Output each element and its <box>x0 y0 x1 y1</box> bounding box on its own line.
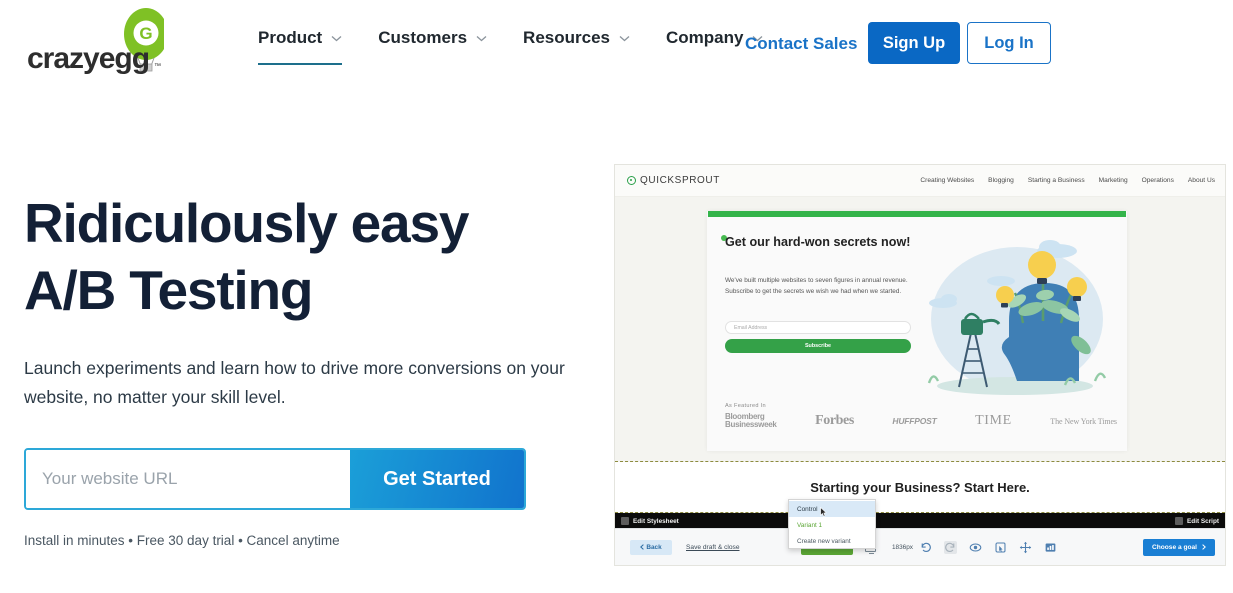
preview-site-nav: Creating Websites Blogging Starting a Bu… <box>920 177 1215 184</box>
preview-email-input[interactable]: Email Address <box>725 321 911 334</box>
quicksprout-logo-icon <box>627 176 636 185</box>
nav-item-resources[interactable]: Resources <box>523 28 654 48</box>
preview-nav-operations[interactable]: Operations <box>1142 177 1174 184</box>
hero-title-line-2: A/B Testing <box>24 259 313 322</box>
page-title: Ridiculously easy A/B Testing <box>24 190 604 324</box>
nav-item-company-label: Company <box>665 28 744 47</box>
choose-a-goal-button[interactable]: Choose a goal <box>1143 538 1215 556</box>
undo-icon[interactable] <box>919 541 932 554</box>
quicksprout-logo[interactable]: QUICKSPROUT <box>627 175 720 186</box>
logo-bloomberg-businessweek: Bloomberg Businessweek <box>725 412 777 430</box>
editor-tool-icons <box>919 540 1057 554</box>
svg-text:G: G <box>139 24 152 43</box>
preview-nav-creating-websites[interactable]: Creating Websites <box>920 177 974 184</box>
hero-title-line-1: Ridiculously easy <box>24 192 469 254</box>
eye-icon[interactable] <box>969 541 982 554</box>
chevron-down-icon <box>619 35 630 42</box>
click-target-icon[interactable] <box>994 541 1007 554</box>
preview-hero-paragraph: We've built multiple websites to seven f… <box>725 277 908 296</box>
quicksprout-logo-text: QUICKSPROUT <box>640 175 720 186</box>
move-icon[interactable] <box>1019 541 1032 554</box>
nav-item-product[interactable]: Product <box>258 28 366 65</box>
script-icon <box>1175 517 1184 525</box>
as-featured-in-label: As Featured In <box>725 403 766 409</box>
preview-nav-about-us[interactable]: About Us <box>1188 177 1215 184</box>
viewport-width-value: 1836px <box>892 543 913 551</box>
save-draft-and-close-link[interactable]: Save draft & close <box>686 544 740 551</box>
stylesheet-icon <box>621 517 629 525</box>
logo-huffpost: HUFFPOST <box>892 416 937 427</box>
contact-sales-link[interactable]: Contact Sales <box>745 34 857 54</box>
chart-icon[interactable] <box>1044 541 1057 554</box>
nav-item-resources-label: Resources <box>523 28 610 47</box>
product-preview-screenshot: QUICKSPROUT Creating Websites Blogging S… <box>614 164 1226 566</box>
preview-subscribe-button[interactable]: Subscribe <box>725 339 911 353</box>
crazyegg-logo-icon: G crazyegg ™ <box>27 8 164 75</box>
sign-up-button[interactable]: Sign Up <box>868 22 960 64</box>
nav-item-product-label: Product <box>258 28 323 47</box>
featured-logos-row: Bloomberg Businessweek Forbes HUFFPOST TI… <box>725 412 1117 430</box>
head-with-lightbulb-plants-illustration <box>927 240 1107 395</box>
top-navigation-bar: G crazyegg ™ Product Customers Resources <box>0 0 1233 88</box>
website-url-input[interactable] <box>26 450 350 508</box>
edit-script-label: Edit Script <box>1187 517 1219 525</box>
logo-forbes: Forbes <box>815 413 854 429</box>
redo-icon[interactable] <box>944 540 957 554</box>
dropdown-item-control[interactable]: Control <box>789 501 875 517</box>
dropdown-item-create-new-variant[interactable]: Create new variant <box>789 533 875 549</box>
nav-links: Product Customers Resources Company <box>258 28 799 65</box>
preview-page-body: Get our hard-won secrets now! We've buil… <box>615 197 1225 459</box>
edit-stylesheet-button[interactable]: Edit Stylesheet <box>621 517 679 525</box>
logo-time: TIME <box>975 413 1012 429</box>
dropdown-item-variant-1[interactable]: Variant 1 <box>789 517 875 533</box>
chevron-down-icon <box>331 35 342 42</box>
editor-black-toolbar: Edit Stylesheet Edit Script <box>615 513 1225 529</box>
edit-script-button[interactable]: Edit Script <box>1175 517 1219 525</box>
back-label: Back <box>646 543 662 551</box>
editor-bottom-toolbar: Back Save draft & close Variant 1 1836px <box>615 528 1225 565</box>
nav-item-customers-label: Customers <box>378 28 468 47</box>
chevron-right-icon <box>1202 544 1206 550</box>
log-in-button[interactable]: Log In <box>967 22 1051 64</box>
preview-nav-starting-a-business[interactable]: Starting a Business <box>1028 177 1085 184</box>
nav-item-customers[interactable]: Customers <box>378 28 511 48</box>
preview-nav-blogging[interactable]: Blogging <box>988 177 1014 184</box>
preview-nav-marketing[interactable]: Marketing <box>1099 177 1128 184</box>
hero-subtitle: Launch experiments and learn how to driv… <box>24 358 565 407</box>
strip-heading: Starting your Business? Start Here. <box>810 479 1030 495</box>
svg-text:™: ™ <box>154 63 161 70</box>
chevron-down-icon <box>476 35 487 42</box>
chevron-left-icon <box>640 544 645 550</box>
crazyegg-logo[interactable]: G crazyegg ™ <box>24 6 164 76</box>
preview-hero-card: Get our hard-won secrets now! We've buil… <box>707 211 1127 451</box>
logo-new-york-times: The New York Times <box>1050 416 1117 426</box>
edit-stylesheet-label: Edit Stylesheet <box>633 517 679 525</box>
preview-hero-heading: Get our hard-won secrets now! <box>725 235 911 249</box>
preview-site-header: QUICKSPROUT Creating Websites Blogging S… <box>615 165 1225 197</box>
editable-region-strip[interactable]: Starting your Business? Start Here. <box>615 462 1225 512</box>
get-started-button[interactable]: Get Started <box>350 450 524 508</box>
trial-note: Install in minutes • Free 30 day trial •… <box>24 533 340 548</box>
svg-text:crazyegg: crazyegg <box>27 42 149 75</box>
signup-form: Get Started <box>24 448 526 510</box>
variant-dropdown-menu: Control Variant 1 Create new variant <box>788 499 876 549</box>
hero-section: Ridiculously easy A/B Testing Launch exp… <box>24 190 604 411</box>
choose-a-goal-label: Choose a goal <box>1151 543 1198 551</box>
back-button[interactable]: Back <box>630 539 672 555</box>
